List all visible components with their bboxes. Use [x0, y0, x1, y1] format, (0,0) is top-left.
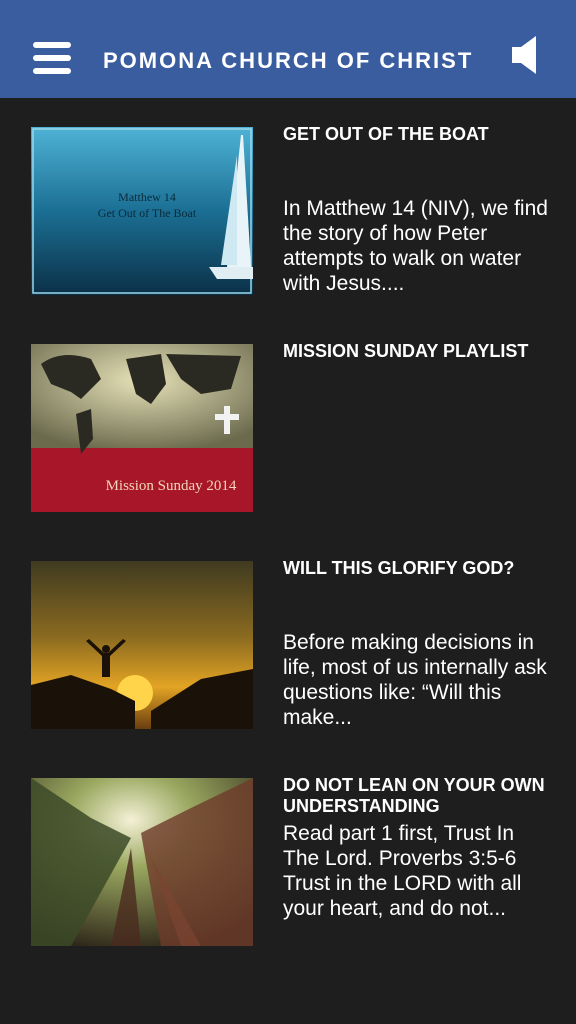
thumbnail-image — [31, 778, 253, 946]
speaker-icon[interactable] — [510, 34, 540, 76]
item-description: In Matthew 14 (NIV), we find the story o… — [283, 197, 548, 295]
thumb-caption-2: Get Out of The Boat — [98, 206, 197, 220]
thumbnail-image: Matthew 14 Get Out of The Boat — [31, 127, 253, 295]
item-title: GET OUT OF THE BOAT — [283, 124, 489, 144]
list-item[interactable]: Mission Sunday 2014 MISSION SUNDAY PLAYL… — [0, 315, 576, 515]
app-title: POMONA CHURCH OF CHRIST — [103, 48, 474, 73]
item-title: MISSION SUNDAY PLAYLIST — [283, 341, 529, 361]
list-item[interactable]: Matthew 14 Get Out of The Boat GET OUT O… — [0, 98, 576, 298]
item-description: Read part 1 first, Trust In The Lord. Pr… — [283, 822, 522, 920]
app-header: POMONA CHURCH OF CHRIST — [0, 0, 576, 98]
hamburger-menu-icon[interactable] — [33, 42, 71, 74]
list-item[interactable]: WILL THIS GLORIFY GOD? Before making dec… — [0, 532, 576, 732]
item-title: DO NOT LEAN ON YOUR OWN UNDERSTANDING — [283, 775, 545, 816]
thumb-caption: Mission Sunday 2014 — [106, 478, 237, 494]
thumbnail-image — [31, 561, 253, 729]
list-item[interactable]: DO NOT LEAN ON YOUR OWN UNDERSTANDING Re… — [0, 749, 576, 949]
item-description: Before making decisions in life, most of… — [283, 631, 547, 729]
thumbnail-image: Mission Sunday 2014 — [31, 344, 253, 512]
thumb-caption-1: Matthew 14 — [118, 190, 176, 204]
item-title: WILL THIS GLORIFY GOD? — [283, 558, 515, 578]
